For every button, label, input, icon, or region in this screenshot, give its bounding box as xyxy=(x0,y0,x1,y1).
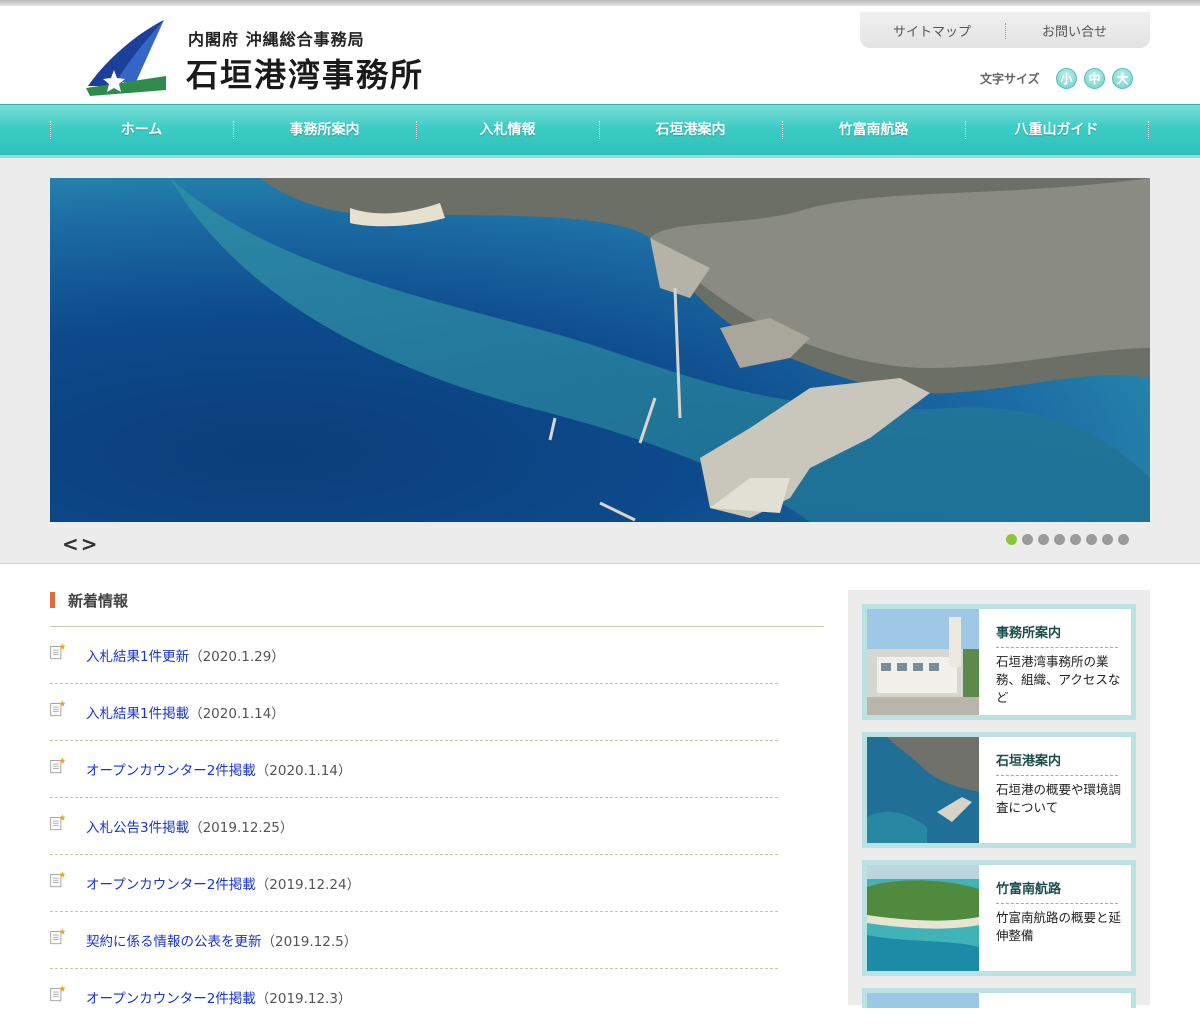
news-item: オープンカウンター2件掲載（2019.12.3） xyxy=(50,968,778,1025)
new-document-icon xyxy=(50,643,66,660)
contact-link[interactable]: お問い合せ xyxy=(1042,21,1107,40)
office-building-thumbnail xyxy=(867,609,979,715)
slider-prev-button[interactable]: < xyxy=(62,532,81,556)
section-marker xyxy=(50,592,55,608)
banner-office-guide[interactable]: 事務所案内 石垣港湾事務所の業務、組織、アクセスなど xyxy=(862,604,1136,720)
nav-item-port[interactable]: 石垣港案内 xyxy=(599,105,782,155)
utility-bar: サイトマップ お問い合せ xyxy=(860,12,1150,48)
banner-description: 石垣港湾事務所の業務、組織、アクセスなど xyxy=(996,654,1121,705)
slide-aerial-photo[interactable] xyxy=(50,178,1150,522)
news-link[interactable]: 入札結果1件更新 xyxy=(86,649,189,665)
site-header: 内閣府 沖縄総合事務局 石垣港湾事務所 サイトマップ お問い合せ 文字サイズ 小… xyxy=(0,6,1200,102)
slider-dot[interactable] xyxy=(1118,534,1129,545)
news-link[interactable]: 入札公告3件掲載 xyxy=(86,820,189,836)
banner-channel[interactable]: 竹富南航路 竹富南航路の概要と延伸整備 xyxy=(862,860,1136,976)
sitemap-link[interactable]: サイトマップ xyxy=(893,21,971,40)
nav-item-bids[interactable]: 入札情報 xyxy=(416,105,599,155)
banner-description: 石垣港の概要や環境調査について xyxy=(996,782,1122,815)
new-document-icon xyxy=(50,757,66,774)
agency-logo[interactable] xyxy=(86,20,166,96)
banner-title: 竹富南航路 xyxy=(996,878,1118,904)
news-item: 入札公告3件掲載（2019.12.25） xyxy=(50,797,778,855)
news-item: 入札結果1件掲載（2020.1.14） xyxy=(50,683,778,741)
slider-next-button[interactable]: > xyxy=(81,532,100,556)
new-document-icon xyxy=(50,985,66,1002)
island-aerial-thumbnail xyxy=(867,865,979,971)
utility-divider xyxy=(1005,23,1007,39)
nav-item-yaeyama-guide[interactable]: 八重山ガイド xyxy=(965,105,1148,155)
news-date: （2019.12.5） xyxy=(261,934,358,950)
news-item: オープンカウンター2件掲載（2019.12.24） xyxy=(50,854,778,912)
slider-dot[interactable] xyxy=(1070,534,1081,545)
banner-partial[interactable] xyxy=(862,988,1136,1008)
global-nav: ホーム 事務所案内 入札情報 石垣港案内 竹富南航路 八重山ガイド xyxy=(0,104,1200,158)
new-document-icon xyxy=(50,871,66,888)
banner-thumbnail xyxy=(867,993,979,1008)
news-date: （2019.12.24） xyxy=(255,877,361,893)
banner-description: 竹富南航路の概要と延伸整備 xyxy=(996,910,1122,943)
news-link[interactable]: オープンカウンター2件掲載 xyxy=(86,763,256,779)
font-size-medium-button[interactable]: 中 xyxy=(1084,68,1105,89)
news-date: （2020.1.14） xyxy=(189,706,285,722)
banner-title: 石垣港案内 xyxy=(996,750,1118,776)
slider-dot[interactable] xyxy=(1022,534,1033,545)
news-section-title: 新着情報 xyxy=(68,592,129,610)
aerial-port-image xyxy=(170,178,1150,522)
font-size-large-button[interactable]: 大 xyxy=(1112,68,1133,89)
nav-divider xyxy=(1148,121,1150,139)
banner-title: 事務所案内 xyxy=(996,622,1118,648)
hero-slider: <> xyxy=(0,158,1200,564)
news-date: （2020.1.29） xyxy=(189,649,285,665)
news-date: （2019.12.25） xyxy=(189,820,294,836)
slider-arrows: <> xyxy=(62,532,100,556)
org-parent-name: 内閣府 沖縄総合事務局 xyxy=(188,30,365,49)
org-name[interactable]: 石垣港湾事務所 xyxy=(186,50,424,96)
slider-dot[interactable] xyxy=(1086,534,1097,545)
news-date: （2020.1.14） xyxy=(255,763,352,779)
font-size-label: 文字サイズ xyxy=(980,72,1040,86)
new-document-icon xyxy=(50,928,66,945)
nav-item-office[interactable]: 事務所案内 xyxy=(233,105,416,155)
news-link[interactable]: オープンカウンター2件掲載 xyxy=(86,877,256,893)
new-document-icon xyxy=(50,814,66,831)
font-size-small-button[interactable]: 小 xyxy=(1056,68,1077,89)
news-item: オープンカウンター2件掲載（2020.1.14） xyxy=(50,740,778,798)
new-document-icon xyxy=(50,700,66,717)
slider-dot[interactable] xyxy=(1054,534,1065,545)
news-item: 入札結果1件更新（2020.1.29） xyxy=(50,626,778,684)
slider-dot[interactable] xyxy=(1102,534,1113,545)
news-link[interactable]: 契約に係る情報の公表を更新 xyxy=(86,934,262,950)
slider-dot[interactable] xyxy=(1038,534,1049,545)
sidebar-banners: 事務所案内 石垣港湾事務所の業務、組織、アクセスなど 石垣港案内 石垣港の概要や… xyxy=(848,590,1150,1008)
news-item: 契約に係る情報の公表を更新（2019.12.5） xyxy=(50,911,778,969)
slider-dot[interactable] xyxy=(1006,534,1017,545)
news-section-header: 新着情報 xyxy=(50,588,824,627)
news-link[interactable]: 入札結果1件掲載 xyxy=(86,706,189,722)
banner-port-guide[interactable]: 石垣港案内 石垣港の概要や環境調査について xyxy=(862,732,1136,848)
port-aerial-thumbnail xyxy=(867,737,979,843)
nav-item-channel[interactable]: 竹富南航路 xyxy=(782,105,965,155)
nav-item-home[interactable]: ホーム xyxy=(50,105,233,155)
